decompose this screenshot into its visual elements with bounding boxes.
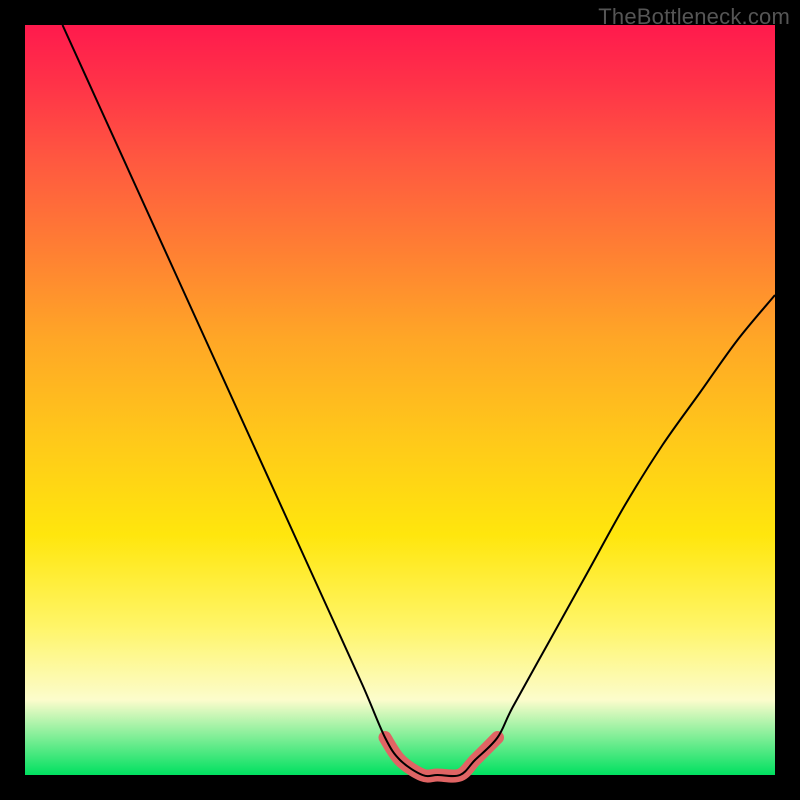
watermark-text: TheBottleneck.com [598, 4, 790, 30]
bottleneck-curve [63, 25, 776, 776]
chart-plot [25, 25, 775, 775]
optimal-zone-highlight [385, 738, 498, 777]
